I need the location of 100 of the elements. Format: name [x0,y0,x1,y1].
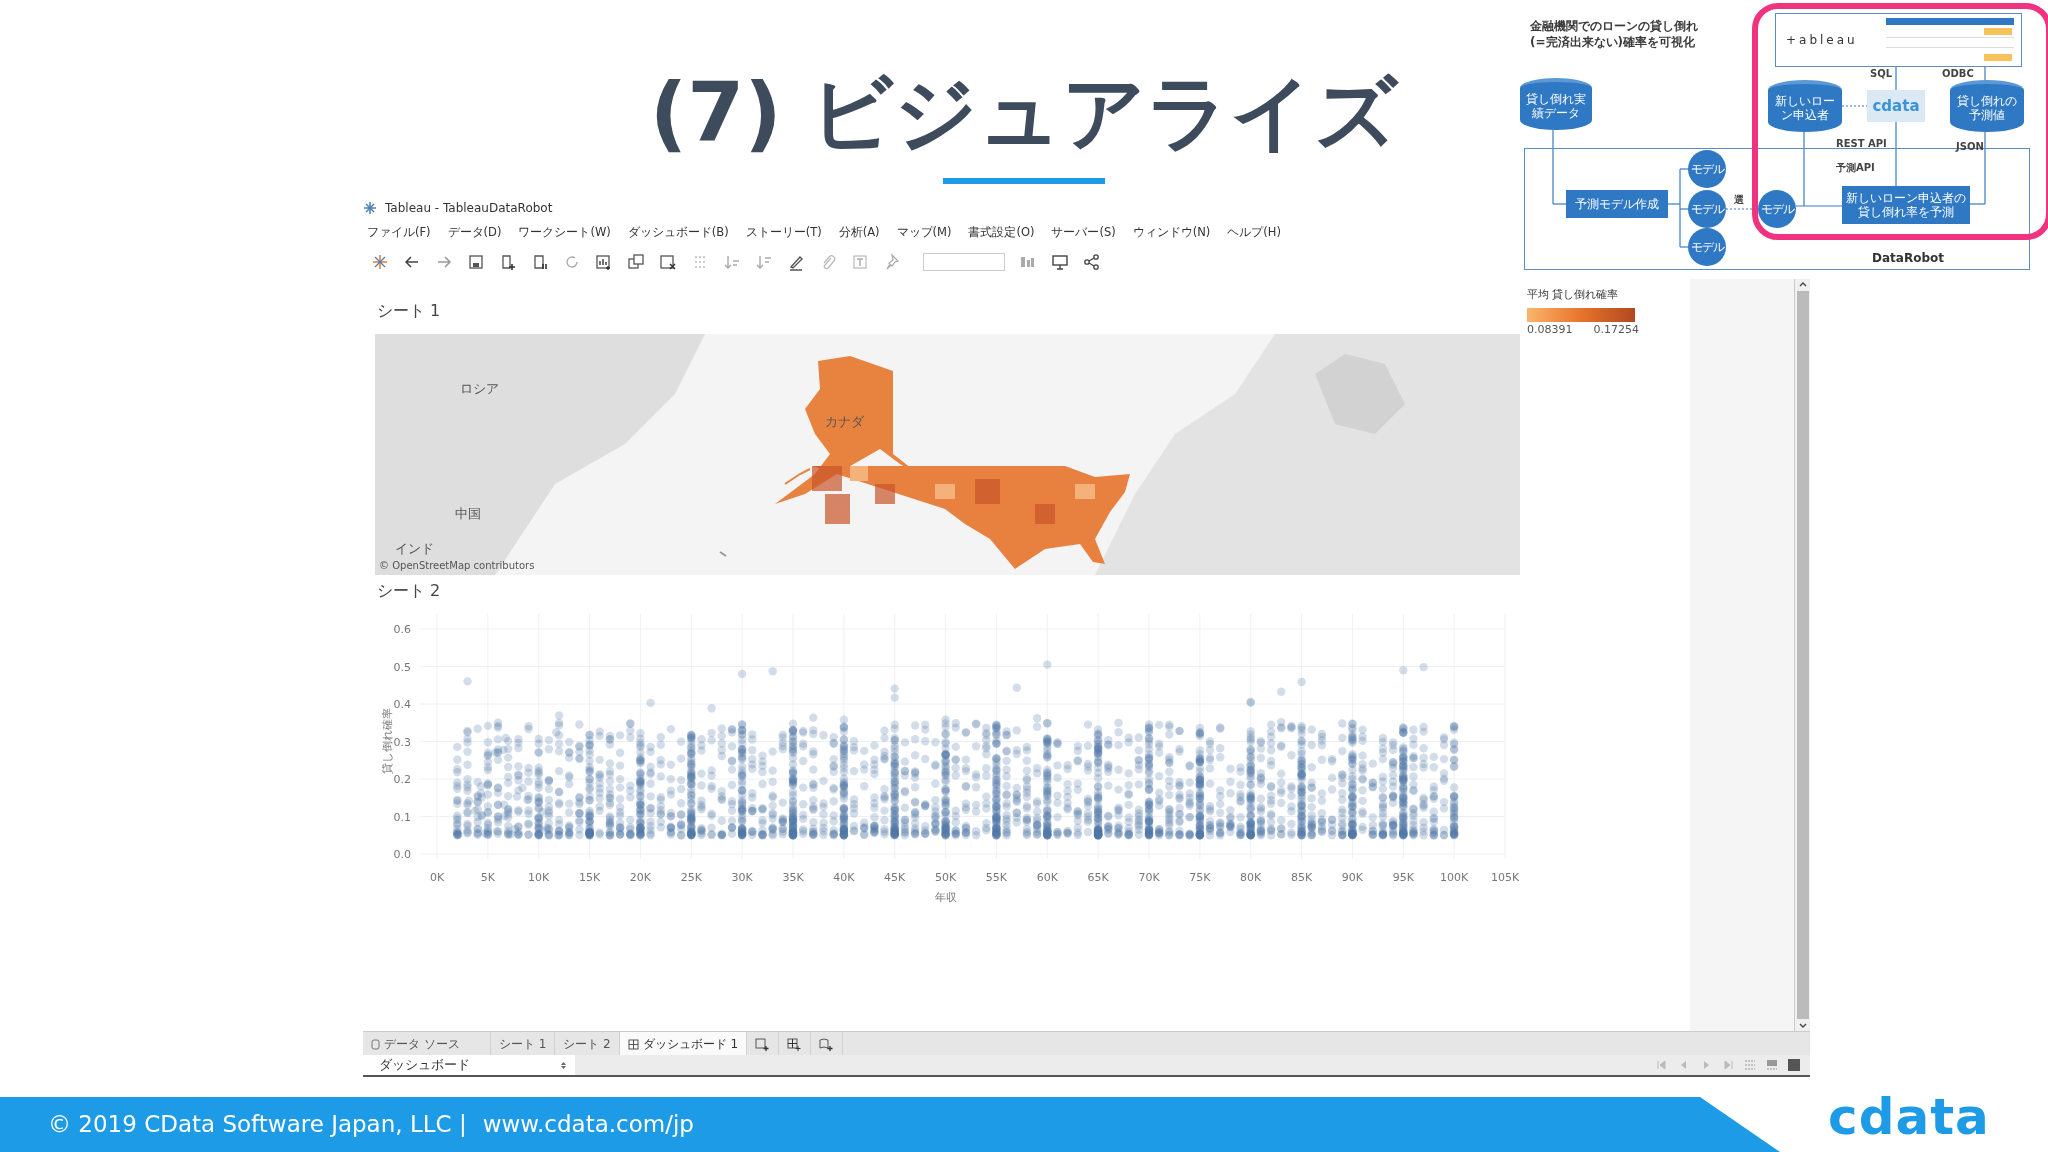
sheet-title: シート 1 [377,300,441,322]
last-page-icon[interactable] [1722,1059,1734,1071]
connector-label: SQL [1870,67,1893,81]
y-axis-tick-label: 0.3 [393,735,411,749]
add-data-source-icon[interactable] [499,253,517,271]
sheet-title: シート 2 [377,580,441,602]
new-worksheet-icon[interactable] [595,253,613,271]
connector-label: 予測API [1836,161,1875,175]
x-axis-tick-label: 20K [629,871,652,884]
menu-item[interactable]: ウィンドウ(N) [1132,224,1211,242]
cdata-logo: cdata [1867,90,1925,122]
tableau-logo-icon[interactable] [371,253,389,271]
menu-item[interactable]: ダッシュボード(B) [627,224,729,242]
x-axis-tick-label: 90K [1341,871,1364,884]
grid-view-icon[interactable] [1744,1059,1756,1071]
x-axis-tick-label: 70K [1138,871,1160,884]
sort-descending-icon[interactable] [755,253,773,271]
menu-item[interactable]: マップ(M) [896,224,952,242]
slide-title: (7) ビジュアライズ [649,72,1399,154]
x-axis-tick-label: 5K [480,871,495,884]
y-axis-tick-label: 0.0 [393,848,411,861]
tableau-logo: +ableau [1786,32,1859,49]
text-label-icon[interactable] [851,253,869,271]
x-axis-tick-label: 50K [934,871,957,884]
x-axis-tick-label: 75K [1189,871,1211,884]
menu-item[interactable]: サーバー(S) [1051,224,1116,242]
menu-item[interactable]: 書式設定(O) [968,224,1035,242]
first-page-icon[interactable] [1656,1059,1668,1071]
process-box: 予測モデル作成 [1566,190,1668,218]
database-icon [371,1038,380,1050]
sheet-tab[interactable]: ダッシュボード 1 [619,1032,748,1056]
x-axis-tick-label: 40K [833,871,855,884]
cdata-logo: cdata [1828,1087,1990,1148]
sort-ascending-icon[interactable] [723,253,741,271]
select-label: 選 [1734,193,1744,207]
clear-sheet-icon[interactable] [659,253,677,271]
x-axis-tick-label: 55K [985,871,1008,884]
refresh-icon[interactable] [563,253,581,271]
database-cylinder: 貸し倒れの予測値 [1950,80,2024,132]
dashboard-icon [627,1038,639,1050]
x-axis-tick-label: 60K [1036,871,1058,884]
menu-item[interactable]: ワークシート(W) [518,224,611,242]
menu-item[interactable]: ファイル(F) [367,224,431,242]
database-cylinder: 新しいローン申込者 [1768,80,1842,132]
new-worksheet-icon[interactable] [755,1036,771,1052]
menu-item[interactable]: ストーリー(T) [745,224,822,242]
database-cylinder: 貸し倒れ実績データ [1520,78,1592,130]
map-label: カナダ [825,413,864,431]
new-dashboard-icon[interactable] [787,1036,803,1052]
menu-item[interactable]: データ(D) [447,224,502,242]
save-icon[interactable] [467,253,485,271]
filmstrip-view-icon[interactable] [1766,1059,1778,1071]
model-node: モデル [1758,190,1796,228]
map-label: インド [395,540,434,558]
legend-title: 平均 貸し倒れ確率 [1527,287,1620,303]
x-axis-tick-label: 35K [782,871,804,884]
y-axis-tick-label: 0.6 [393,623,411,636]
diagram-caption: 金融機関でのローンの貸し倒れ(=完済出来ない)確率を可視化 [1530,18,1699,51]
x-axis-tick-label: 85K [1290,871,1313,884]
x-axis-tick-label: 10K [528,871,550,884]
pause-data-icon[interactable] [531,253,549,271]
x-axis-tick-label: 65K [1087,871,1109,884]
legend-min-value: 0.08391 [1527,321,1573,338]
model-node: モデル [1688,190,1726,228]
share-icon[interactable] [1083,253,1101,271]
connector-label: ODBC [1942,67,1974,81]
legend-max-value: 0.17254 [1593,321,1639,338]
map-label: 中国 [455,505,481,523]
model-node: モデル [1688,228,1726,266]
vertical-scrollbar[interactable] [1794,279,1810,1031]
map-label: ロシア [460,380,499,398]
x-axis-tick-label: 105K [1490,871,1520,884]
model-node: モデル [1688,150,1726,188]
window-title: Tableau - TableauDataRobot [385,200,553,217]
x-axis-tick-label: 25K [680,871,702,884]
y-axis-tick-label: 0.5 [393,660,411,674]
y-axis-tick-label: 0.4 [393,698,411,711]
y-axis-title: 貸し倒れ確率 [381,708,394,774]
x-axis-tick-label: 80K [1240,871,1262,884]
sheet-type-dropdown[interactable]: ダッシュボード [363,1055,575,1075]
copyright-text: © 2019 CData Software Japan, LLC | [48,1110,467,1140]
x-axis-tick-label: 30K [731,871,753,884]
process-box: 新しいローン申込者の貸し倒れ率を予測 [1842,186,1970,224]
highlight-pen-icon[interactable] [787,253,805,271]
tableau-app-icon [363,201,377,215]
x-axis-tick-label: 0K [429,871,445,884]
y-axis-tick-label: 0.2 [393,773,411,786]
menu-item[interactable]: ヘルプ(H) [1227,224,1281,242]
datarobot-logo: DataRobot [1872,250,1944,267]
menu-item[interactable]: 分析(A) [838,224,880,242]
new-story-icon[interactable] [819,1036,835,1052]
map-attribution: © OpenStreetMap contributors [379,559,535,573]
y-axis-tick-label: 0.1 [393,810,411,824]
presentation-icon[interactable] [1051,253,1069,271]
fit-dropdown[interactable] [923,253,1005,271]
x-axis-tick-label: 45K [884,871,906,884]
x-axis-tick-label: 95K [1392,871,1414,884]
duplicate-icon[interactable] [627,253,645,271]
connector-label: REST API [1836,137,1887,151]
updown-icon [560,1060,567,1070]
